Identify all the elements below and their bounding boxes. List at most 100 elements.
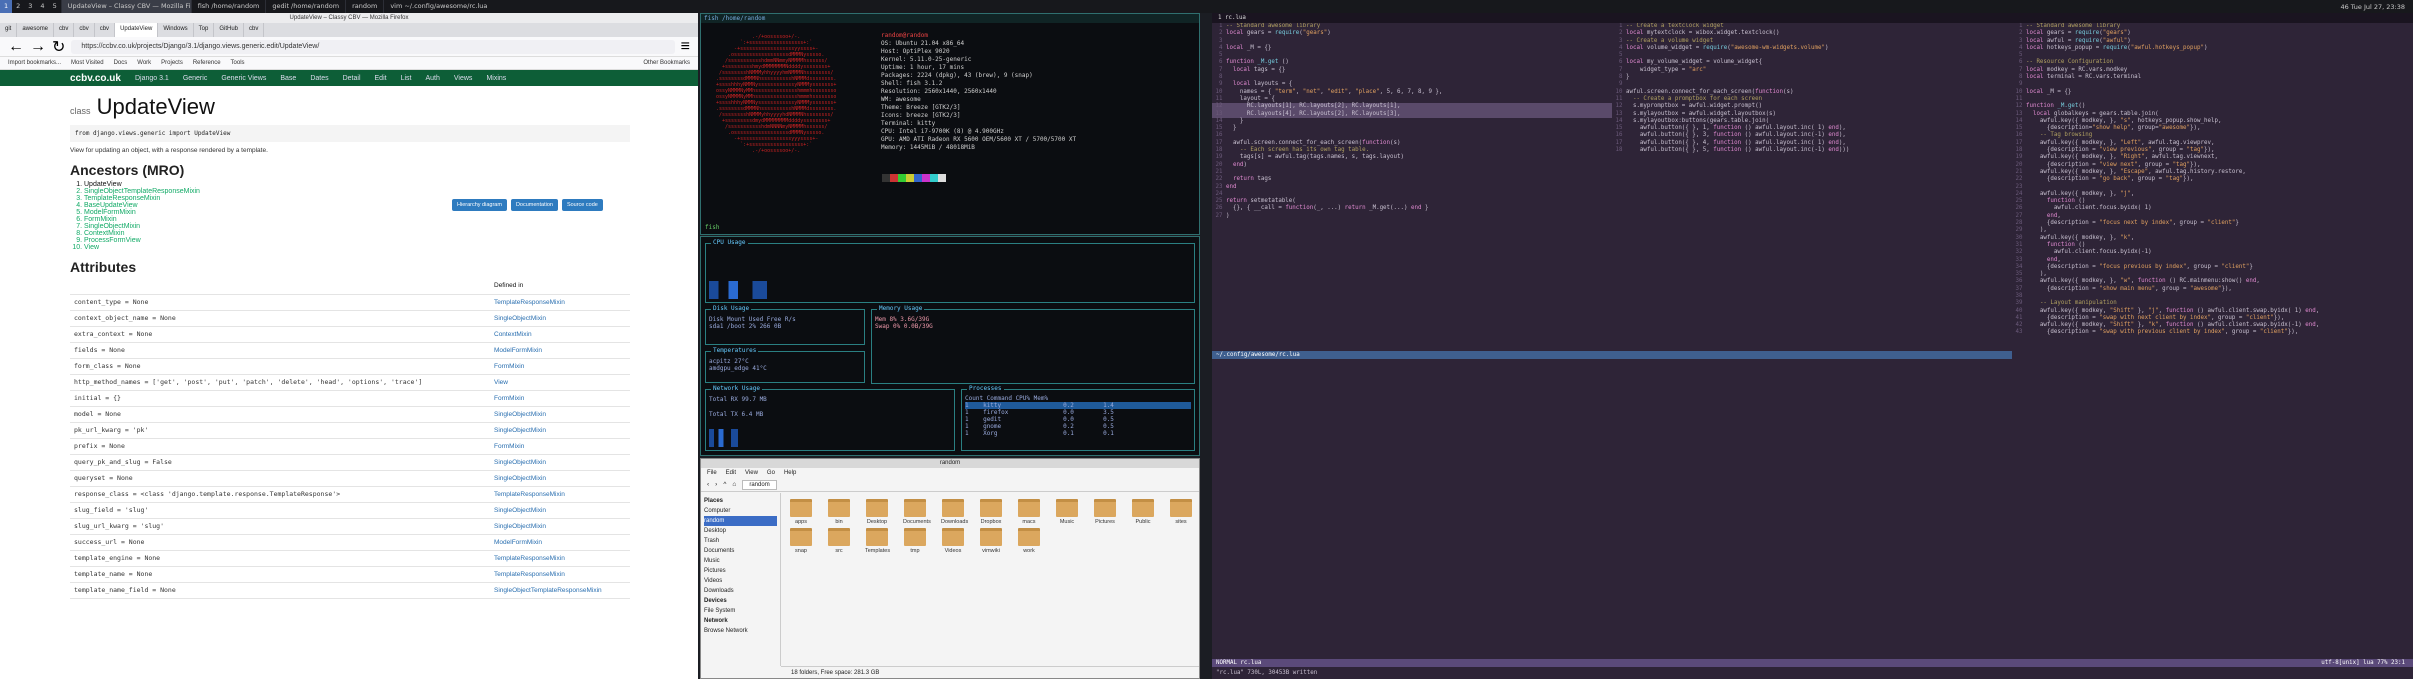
menu-item[interactable]: View (745, 468, 758, 478)
taskbar-fish[interactable]: fish /home/random (190, 0, 266, 13)
tab[interactable]: awesome (17, 23, 55, 37)
nav-item[interactable]: Edit (375, 75, 387, 82)
bookmark[interactable]: Reference (193, 60, 221, 66)
sidebar-item[interactable]: Documents (704, 546, 777, 556)
defined-in-link[interactable]: SingleObjectTemplateResponseMixin (490, 582, 630, 599)
tab[interactable]: git (0, 23, 18, 37)
taskbar-random[interactable]: random (345, 0, 383, 13)
folder-item[interactable]: Pictures (1093, 499, 1117, 525)
list-item[interactable]: ProcessFormView (84, 237, 628, 244)
forward-icon[interactable]: › (715, 481, 717, 488)
folder-item[interactable]: Videos (941, 528, 965, 554)
nav-item[interactable]: Base (280, 75, 296, 82)
nav-item[interactable]: Generic Views (221, 75, 266, 82)
nav-item[interactable]: Views (454, 75, 473, 82)
process-row[interactable]: 1 gnome 0.2 0.5 (965, 423, 1191, 430)
editor-pane-1[interactable]: 1 -- Standard awesome library 2 local ge… (1212, 23, 1612, 663)
tag-1[interactable]: 1 (0, 0, 13, 13)
folder-item[interactable]: work (1017, 528, 1041, 554)
list-item[interactable]: SingleObjectMixin (84, 223, 628, 230)
defined-in-link[interactable]: ModelFormMixin (490, 534, 630, 551)
process-row[interactable]: 1 firefox 0.0 3.5 (965, 409, 1191, 416)
list-item[interactable]: SingleObjectTemplateResponseMixin (84, 188, 628, 195)
process-row[interactable]: 1 gedit 0.0 0.5 (965, 416, 1191, 423)
site-title[interactable]: ccbv.co.uk (70, 73, 121, 84)
menu-icon[interactable]: ≡ (681, 38, 690, 56)
defined-in-link[interactable]: ModelFormMixin (490, 342, 630, 359)
nav-item[interactable]: Dates (310, 75, 328, 82)
defined-in-link[interactable]: SingleObjectMixin (490, 470, 630, 487)
sidebar-item[interactable]: random (704, 516, 777, 526)
defined-in-link[interactable]: View (490, 374, 630, 391)
taskbar-gedit[interactable]: gedit /home/random (265, 0, 345, 13)
tab[interactable]: cbv (95, 23, 116, 37)
bookmark[interactable]: Work (137, 60, 151, 66)
process-row[interactable]: 1 kitty 0.2 1.4 (965, 402, 1191, 409)
nav-item[interactable]: Generic (183, 75, 208, 82)
tag-3[interactable]: 3 (24, 0, 36, 13)
menu-item[interactable]: Go (767, 468, 775, 478)
sidebar-item[interactable]: Computer (704, 506, 777, 516)
hierarchy-button[interactable]: Hierarchy diagram (452, 199, 507, 211)
forward-icon[interactable]: → (30, 38, 46, 56)
sidebar-item[interactable]: Pictures (704, 566, 777, 576)
home-icon[interactable]: ⌂ (732, 481, 736, 488)
sidebar-item[interactable]: Desktop (704, 526, 777, 536)
vim-editor[interactable]: 1 rc.lua 1 -- Standard awesome library 2… (1212, 13, 2413, 679)
taskbar-vim[interactable]: vim ~/.config/awesome/rc.lua (383, 0, 493, 13)
menu-item[interactable]: File (707, 468, 717, 478)
folder-item[interactable]: macs (1017, 499, 1041, 525)
folder-item[interactable]: Public (1131, 499, 1155, 525)
nav-item[interactable]: Detail (343, 75, 361, 82)
folder-item[interactable]: Downloads (941, 499, 968, 525)
sidebar-item[interactable]: File System (704, 606, 777, 616)
bookmark[interactable]: Other Bookmarks (643, 60, 690, 66)
defined-in-link[interactable]: TemplateResponseMixin (490, 550, 630, 567)
neofetch-terminal[interactable]: fish /home/random .-/+oossssoo+/-. `:+ss… (700, 13, 1200, 235)
tab[interactable]: cbv (74, 23, 95, 37)
list-item[interactable]: View (84, 244, 628, 251)
up-icon[interactable]: ^ (723, 481, 726, 488)
bookmark[interactable]: Import bookmarks... (8, 60, 61, 66)
back-icon[interactable]: ‹ (707, 481, 709, 488)
folder-item[interactable]: snap (789, 528, 813, 554)
tag-4[interactable]: 4 (36, 0, 48, 13)
btop-terminal[interactable]: CPU Usage Disk Usage Disk Mount Used Free… (700, 236, 1200, 456)
bookmark[interactable]: Most Visited (71, 60, 104, 66)
folder-item[interactable]: sites (1169, 499, 1193, 525)
reload-icon[interactable]: ↻ (52, 37, 65, 57)
defined-in-link[interactable]: SingleObjectMixin (490, 422, 630, 439)
documentation-button[interactable]: Documentation (510, 199, 558, 211)
folder-item[interactable]: Dropbox (979, 499, 1003, 525)
menu-item[interactable]: Edit (726, 468, 736, 478)
vim-tabline[interactable]: 1 rc.lua (1212, 13, 2413, 23)
folder-item[interactable]: Desktop (865, 499, 889, 525)
defined-in-link[interactable]: SingleObjectMixin (490, 406, 630, 423)
defined-in-link[interactable]: TemplateResponseMixin (490, 486, 630, 503)
folder-item[interactable]: Documents (903, 499, 931, 525)
defined-in-link[interactable]: FormMixin (490, 390, 630, 407)
folder-item[interactable]: Templates (865, 528, 890, 554)
defined-in-link[interactable]: FormMixin (490, 438, 630, 455)
nav-item[interactable]: List (401, 75, 412, 82)
defined-in-link[interactable]: FormMixin (490, 358, 630, 375)
bookmark[interactable]: Docs (114, 60, 128, 66)
defined-in-link[interactable]: TemplateResponseMixin (490, 294, 630, 311)
tab-active[interactable]: UpdateView (115, 23, 159, 37)
tab[interactable]: cbv (244, 23, 265, 37)
tag-2[interactable]: 2 (12, 0, 24, 13)
defined-in-link[interactable]: SingleObjectMixin (490, 310, 630, 327)
tab[interactable]: Top (194, 23, 215, 37)
folder-item[interactable]: src (827, 528, 851, 554)
back-icon[interactable]: ← (8, 38, 24, 56)
url-bar[interactable]: https://ccbv.co.uk/projects/Django/3.1/d… (71, 39, 675, 54)
tab[interactable]: cbv (54, 23, 75, 37)
defined-in-link[interactable]: SingleObjectMixin (490, 518, 630, 535)
sidebar-item[interactable]: Browse Network (704, 626, 777, 636)
folder-item[interactable]: apps (789, 499, 813, 525)
editor-pane-2[interactable]: 1 -- Create a textclock widget 2 local m… (1612, 23, 2012, 353)
folder-item[interactable]: bin (827, 499, 851, 525)
list-item[interactable]: FormMixin (84, 216, 628, 223)
path-button[interactable]: random (742, 479, 777, 490)
bookmark[interactable]: Tools (231, 60, 245, 66)
